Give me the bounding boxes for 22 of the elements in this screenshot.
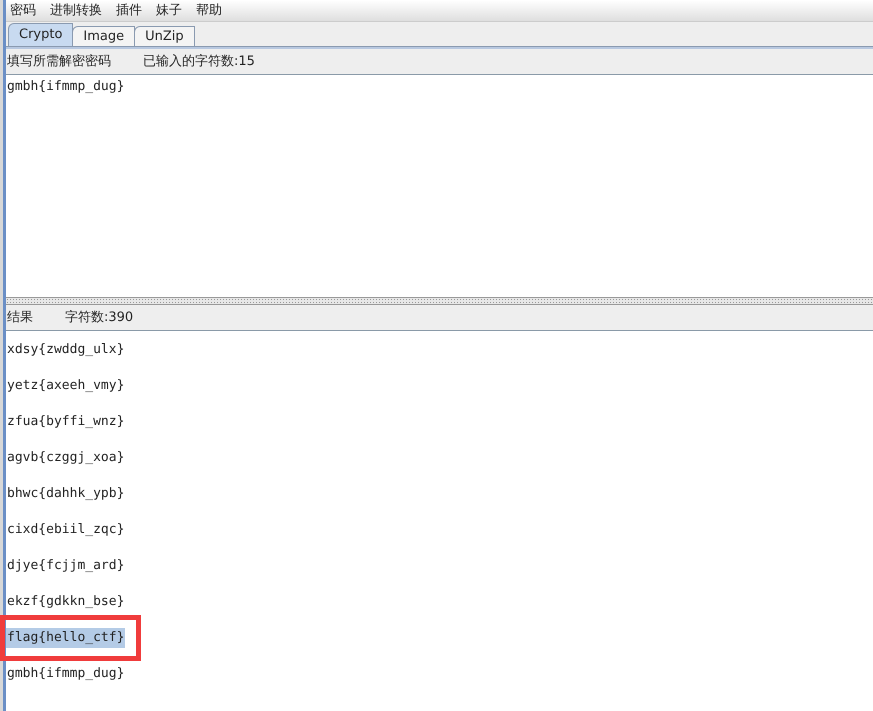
result-line: djye{fcjjm_ard} [6, 557, 126, 576]
result-line: xdsy{zwddg_ulx} [6, 341, 126, 360]
tab[interactable]: Image [72, 26, 136, 46]
result-line: zfua{byffi_wnz} [6, 413, 126, 432]
result-line: agvb{czggj_xoa} [6, 449, 126, 468]
splitter-handle[interactable] [6, 297, 873, 305]
character-count: 已输入的字符数:15 [143, 52, 255, 71]
result-line: cixd{ebiil_zqc} [6, 521, 126, 540]
panel-label: 结果 [7, 308, 33, 327]
result-line: bhwc{dahhk_ypb} [6, 485, 126, 504]
tab[interactable]: UnZip [134, 26, 195, 46]
result-line: ekzf{gdkkn_bse} [6, 593, 126, 612]
menu-item[interactable]: 密码 [10, 0, 36, 20]
menu-item[interactable]: 帮助 [196, 0, 222, 20]
result-line: yetz{axeeh_vmy} [6, 377, 126, 396]
panel-label: 填写所需解密密码 [7, 52, 111, 71]
tab[interactable]: Crypto [8, 23, 74, 46]
menu-item[interactable]: 妹子 [156, 0, 182, 20]
menu-item[interactable]: 插件 [116, 0, 142, 20]
result-line: gmbh{ifmmp_dug} [6, 665, 126, 684]
character-count: 字符数:390 [65, 308, 134, 327]
menu-item[interactable]: 进制转换 [50, 0, 102, 20]
